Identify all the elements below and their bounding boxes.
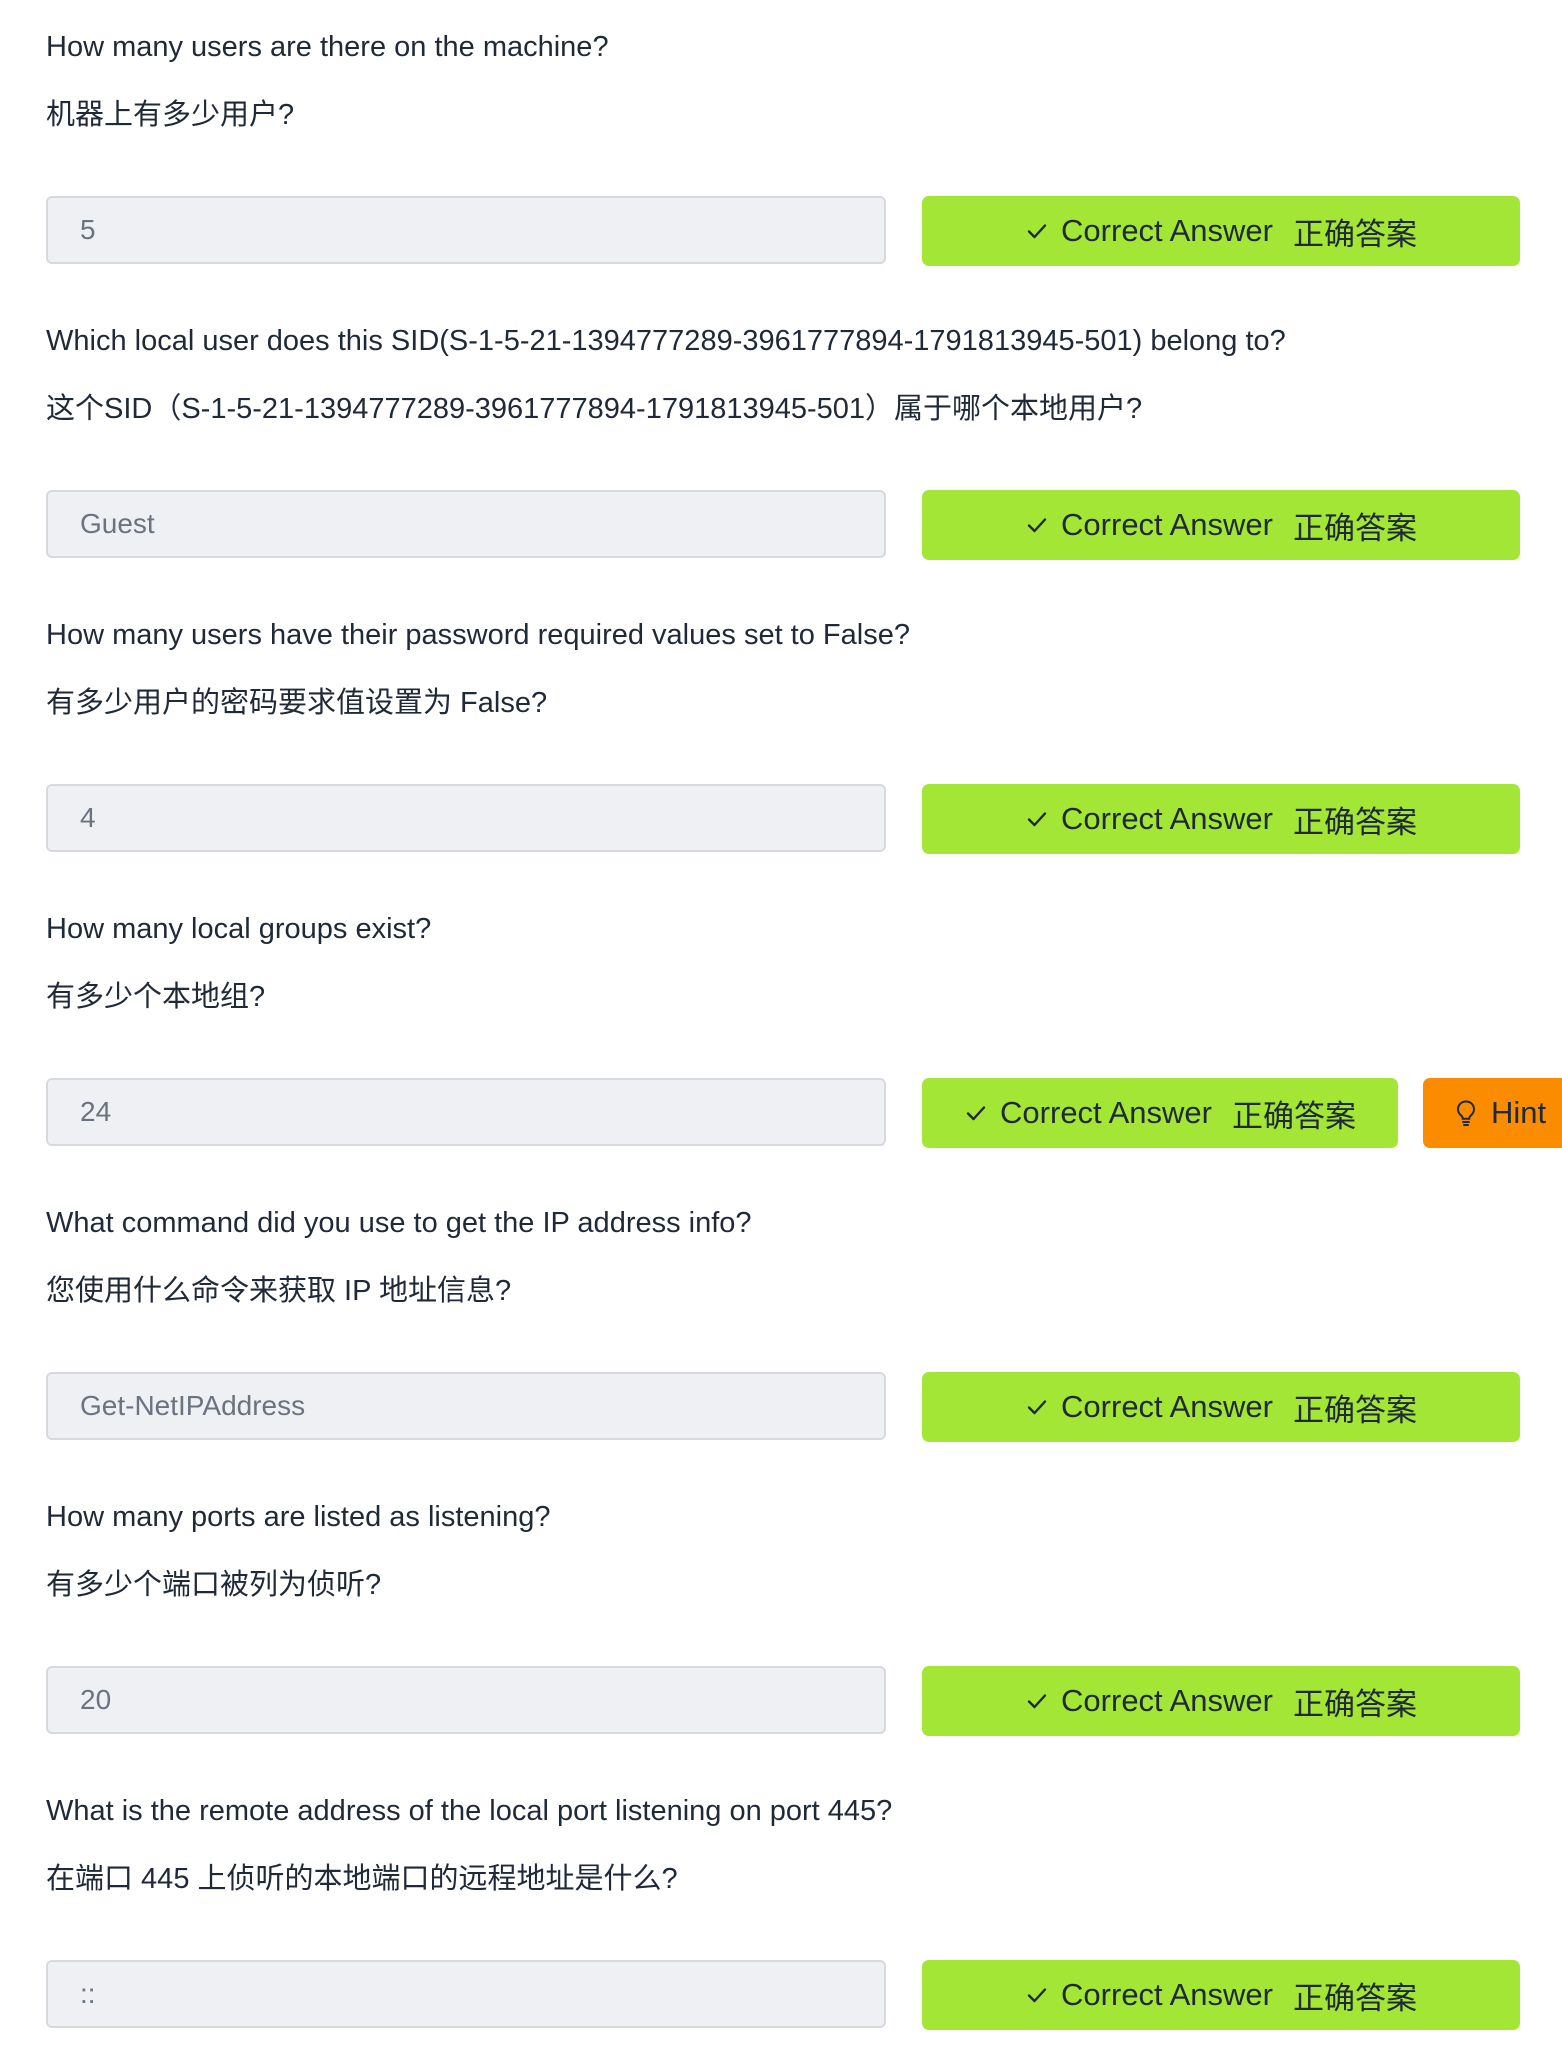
hint-label: Hint	[1491, 1095, 1547, 1130]
question-block-port-445-remote: What is the remote address of the local …	[0, 1764, 1562, 2058]
correct-answer-label: Correct Answer	[1061, 1977, 1273, 2012]
correct-answer-button[interactable]: Correct Answer 正确答案	[922, 196, 1520, 266]
answer-field[interactable]	[46, 784, 886, 852]
question-text-en: What is the remote address of the local …	[46, 1795, 893, 1827]
question-text-en: What command did you use to get the IP a…	[46, 1207, 752, 1239]
question-text-zh: 有多少用户的密码要求值设置为 False?	[46, 687, 548, 719]
correct-answer-button[interactable]: Correct Answer 正确答案	[922, 490, 1520, 560]
question-text-zh: 有多少个端口被列为侦听?	[46, 1569, 382, 1601]
question-text-zh: 您使用什么命令来获取 IP 地址信息?	[46, 1275, 512, 1307]
correct-answer-label-zh: 正确答案	[1292, 1980, 1417, 2016]
question-text-zh: 这个SID（S-1-5-21-1394777289-3961777894-179…	[46, 393, 1143, 425]
check-icon	[1027, 1988, 1047, 2003]
correct-answer-label: Correct Answer	[1000, 1095, 1212, 1130]
question-text-zh: 有多少个本地组?	[46, 981, 266, 1013]
answer-field[interactable]	[46, 1372, 886, 1440]
question-block-ip-command: What command did you use to get the IP a…	[0, 1176, 1562, 1470]
correct-answer-label: Correct Answer	[1061, 1389, 1273, 1424]
correct-answer-button[interactable]: Correct Answer 正确答案	[922, 1078, 1398, 1148]
question-text-en: How many ports are listed as listening?	[46, 1501, 551, 1533]
answer-field[interactable]	[46, 490, 886, 558]
correct-answer-button[interactable]: Correct Answer 正确答案	[922, 1666, 1520, 1736]
question-block-local-groups: How many local groups exist? 有多少个本地组? Co…	[0, 882, 1562, 1176]
question-block-sid-user: Which local user does this SID(S-1-5-21-…	[0, 294, 1562, 588]
answer-field[interactable]	[46, 1078, 886, 1146]
correct-answer-label-zh: 正确答案	[1292, 1686, 1417, 1722]
question-text-zh: 机器上有多少用户?	[46, 99, 295, 131]
question-text-en: How many local groups exist?	[46, 913, 432, 945]
lightbulb-icon	[1456, 1100, 1476, 1126]
correct-answer-label: Correct Answer	[1061, 801, 1273, 836]
correct-answer-label-zh: 正确答案	[1292, 1392, 1417, 1428]
correct-answer-label: Correct Answer	[1061, 1683, 1273, 1718]
correct-answer-label-zh: 正确答案	[1292, 510, 1417, 546]
check-icon	[1027, 1694, 1047, 1709]
question-text-en: How many users have their password requi…	[46, 619, 910, 651]
correct-answer-button[interactable]: Correct Answer 正确答案	[922, 1960, 1520, 2030]
check-icon	[966, 1106, 986, 1121]
check-icon	[1027, 812, 1047, 827]
correct-answer-label-zh: 正确答案	[1292, 216, 1417, 252]
hint-button[interactable]: Hint	[1423, 1078, 1562, 1148]
correct-answer-button[interactable]: Correct Answer 正确答案	[922, 1372, 1520, 1442]
question-block-password-required: How many users have their password requi…	[0, 588, 1562, 882]
question-block-listening-ports: How many ports are listed as listening? …	[0, 1470, 1562, 1764]
correct-answer-label: Correct Answer	[1061, 213, 1273, 248]
question-text-en: Which local user does this SID(S-1-5-21-…	[46, 325, 1286, 357]
correct-answer-label: Correct Answer	[1061, 507, 1273, 542]
check-icon	[1027, 1400, 1047, 1415]
correct-answer-button[interactable]: Correct Answer 正确答案	[922, 784, 1520, 854]
correct-answer-label-zh: 正确答案	[1292, 804, 1417, 840]
check-icon	[1027, 518, 1047, 533]
correct-answer-label-zh: 正确答案	[1231, 1098, 1356, 1134]
question-block-users-count: How many users are there on the machine?…	[0, 0, 1562, 294]
question-list: How many users are there on the machine?…	[0, 0, 1562, 2066]
check-icon	[1027, 224, 1047, 239]
question-text-en: How many users are there on the machine?	[46, 31, 609, 63]
answer-field[interactable]	[46, 1666, 886, 1734]
answer-field[interactable]	[46, 196, 886, 264]
answer-field[interactable]	[46, 1960, 886, 2028]
question-text-zh: 在端口 445 上侦听的本地端口的远程地址是什么?	[46, 1863, 678, 1895]
